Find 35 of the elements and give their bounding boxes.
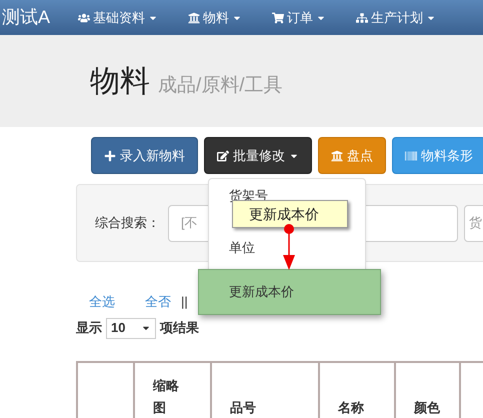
- toolbar-button[interactable]: 物料条形: [392, 137, 483, 174]
- search-field[interactable]: 货: [464, 204, 483, 242]
- barcode-icon: [405, 150, 417, 162]
- plus-icon: [104, 150, 116, 162]
- toolbar-button[interactable]: 批量修改: [204, 137, 312, 174]
- separator-text: ||: [181, 293, 188, 311]
- column-header: 名称: [320, 362, 396, 418]
- toolbar-button[interactable]: 录入新物料: [91, 137, 198, 174]
- nav-menu[interactable]: 订单: [272, 8, 326, 28]
- toolbar-button[interactable]: 盘点: [318, 137, 386, 174]
- brand-name[interactable]: 测试A: [0, 4, 78, 31]
- edit-icon: [217, 150, 229, 162]
- arrow-drawing: [283, 223, 295, 270]
- nav-menu[interactable]: 基础资料: [78, 8, 158, 28]
- column-header: 品号: [212, 362, 320, 418]
- nav-menu[interactable]: 生产计划: [356, 8, 436, 28]
- bank-icon: [188, 12, 200, 24]
- results-label: 项结果: [160, 319, 199, 338]
- column-header: 缩略图: [135, 362, 212, 418]
- show-label: 显示: [76, 319, 102, 338]
- page-size-select[interactable]: 10: [106, 318, 156, 338]
- nav-menu[interactable]: 物料: [188, 8, 242, 28]
- menu-item[interactable]: 单位: [209, 235, 365, 261]
- cart-icon: [272, 12, 284, 24]
- bank-icon: [331, 150, 343, 162]
- highlighted-menu-item[interactable]: 更新成本价: [198, 269, 381, 315]
- page-subtitle: 成品/原料/工具: [158, 74, 283, 98]
- select-link[interactable]: 全选: [89, 292, 115, 312]
- column-header: 颜色: [396, 362, 461, 418]
- sitemap-icon: [356, 12, 368, 24]
- search-label: 综合搜索：: [95, 214, 160, 232]
- tooltip: 更新成本价: [232, 200, 348, 228]
- select-link[interactable]: 全否: [145, 292, 171, 312]
- page-title: 物料: [90, 64, 150, 100]
- users-icon: [78, 12, 90, 24]
